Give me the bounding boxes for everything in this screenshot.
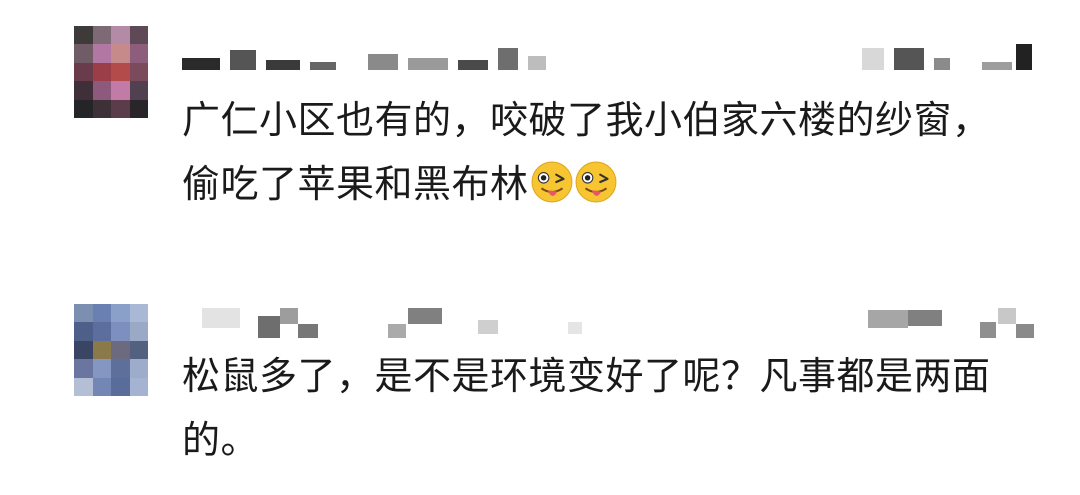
avatar[interactable] (74, 304, 148, 396)
comment-text-content: 松鼠多了，是不是环境变好了呢？凡事都是两面的。 (182, 354, 991, 462)
comment-item: 松鼠多了，是不是环境变好了呢？凡事都是两面的。 (0, 280, 1080, 495)
avatar[interactable] (74, 26, 148, 118)
comment-text: 松鼠多了，是不是环境变好了呢？凡事都是两面的。 (182, 344, 1012, 472)
comment-text: 广仁小区也有的，咬破了我小伯家六楼的纱窗，偷吃了苹果和黑布林 (182, 88, 1012, 216)
comment-meta-blurred (182, 302, 1034, 338)
comment-meta-blurred (182, 40, 1034, 70)
winking-tongue-face-emoji (531, 161, 572, 203)
winking-tongue-face-emoji (575, 161, 616, 203)
comment-item: 广仁小区也有的，咬破了我小伯家六楼的纱窗，偷吃了苹果和黑布林 (0, 0, 1080, 260)
